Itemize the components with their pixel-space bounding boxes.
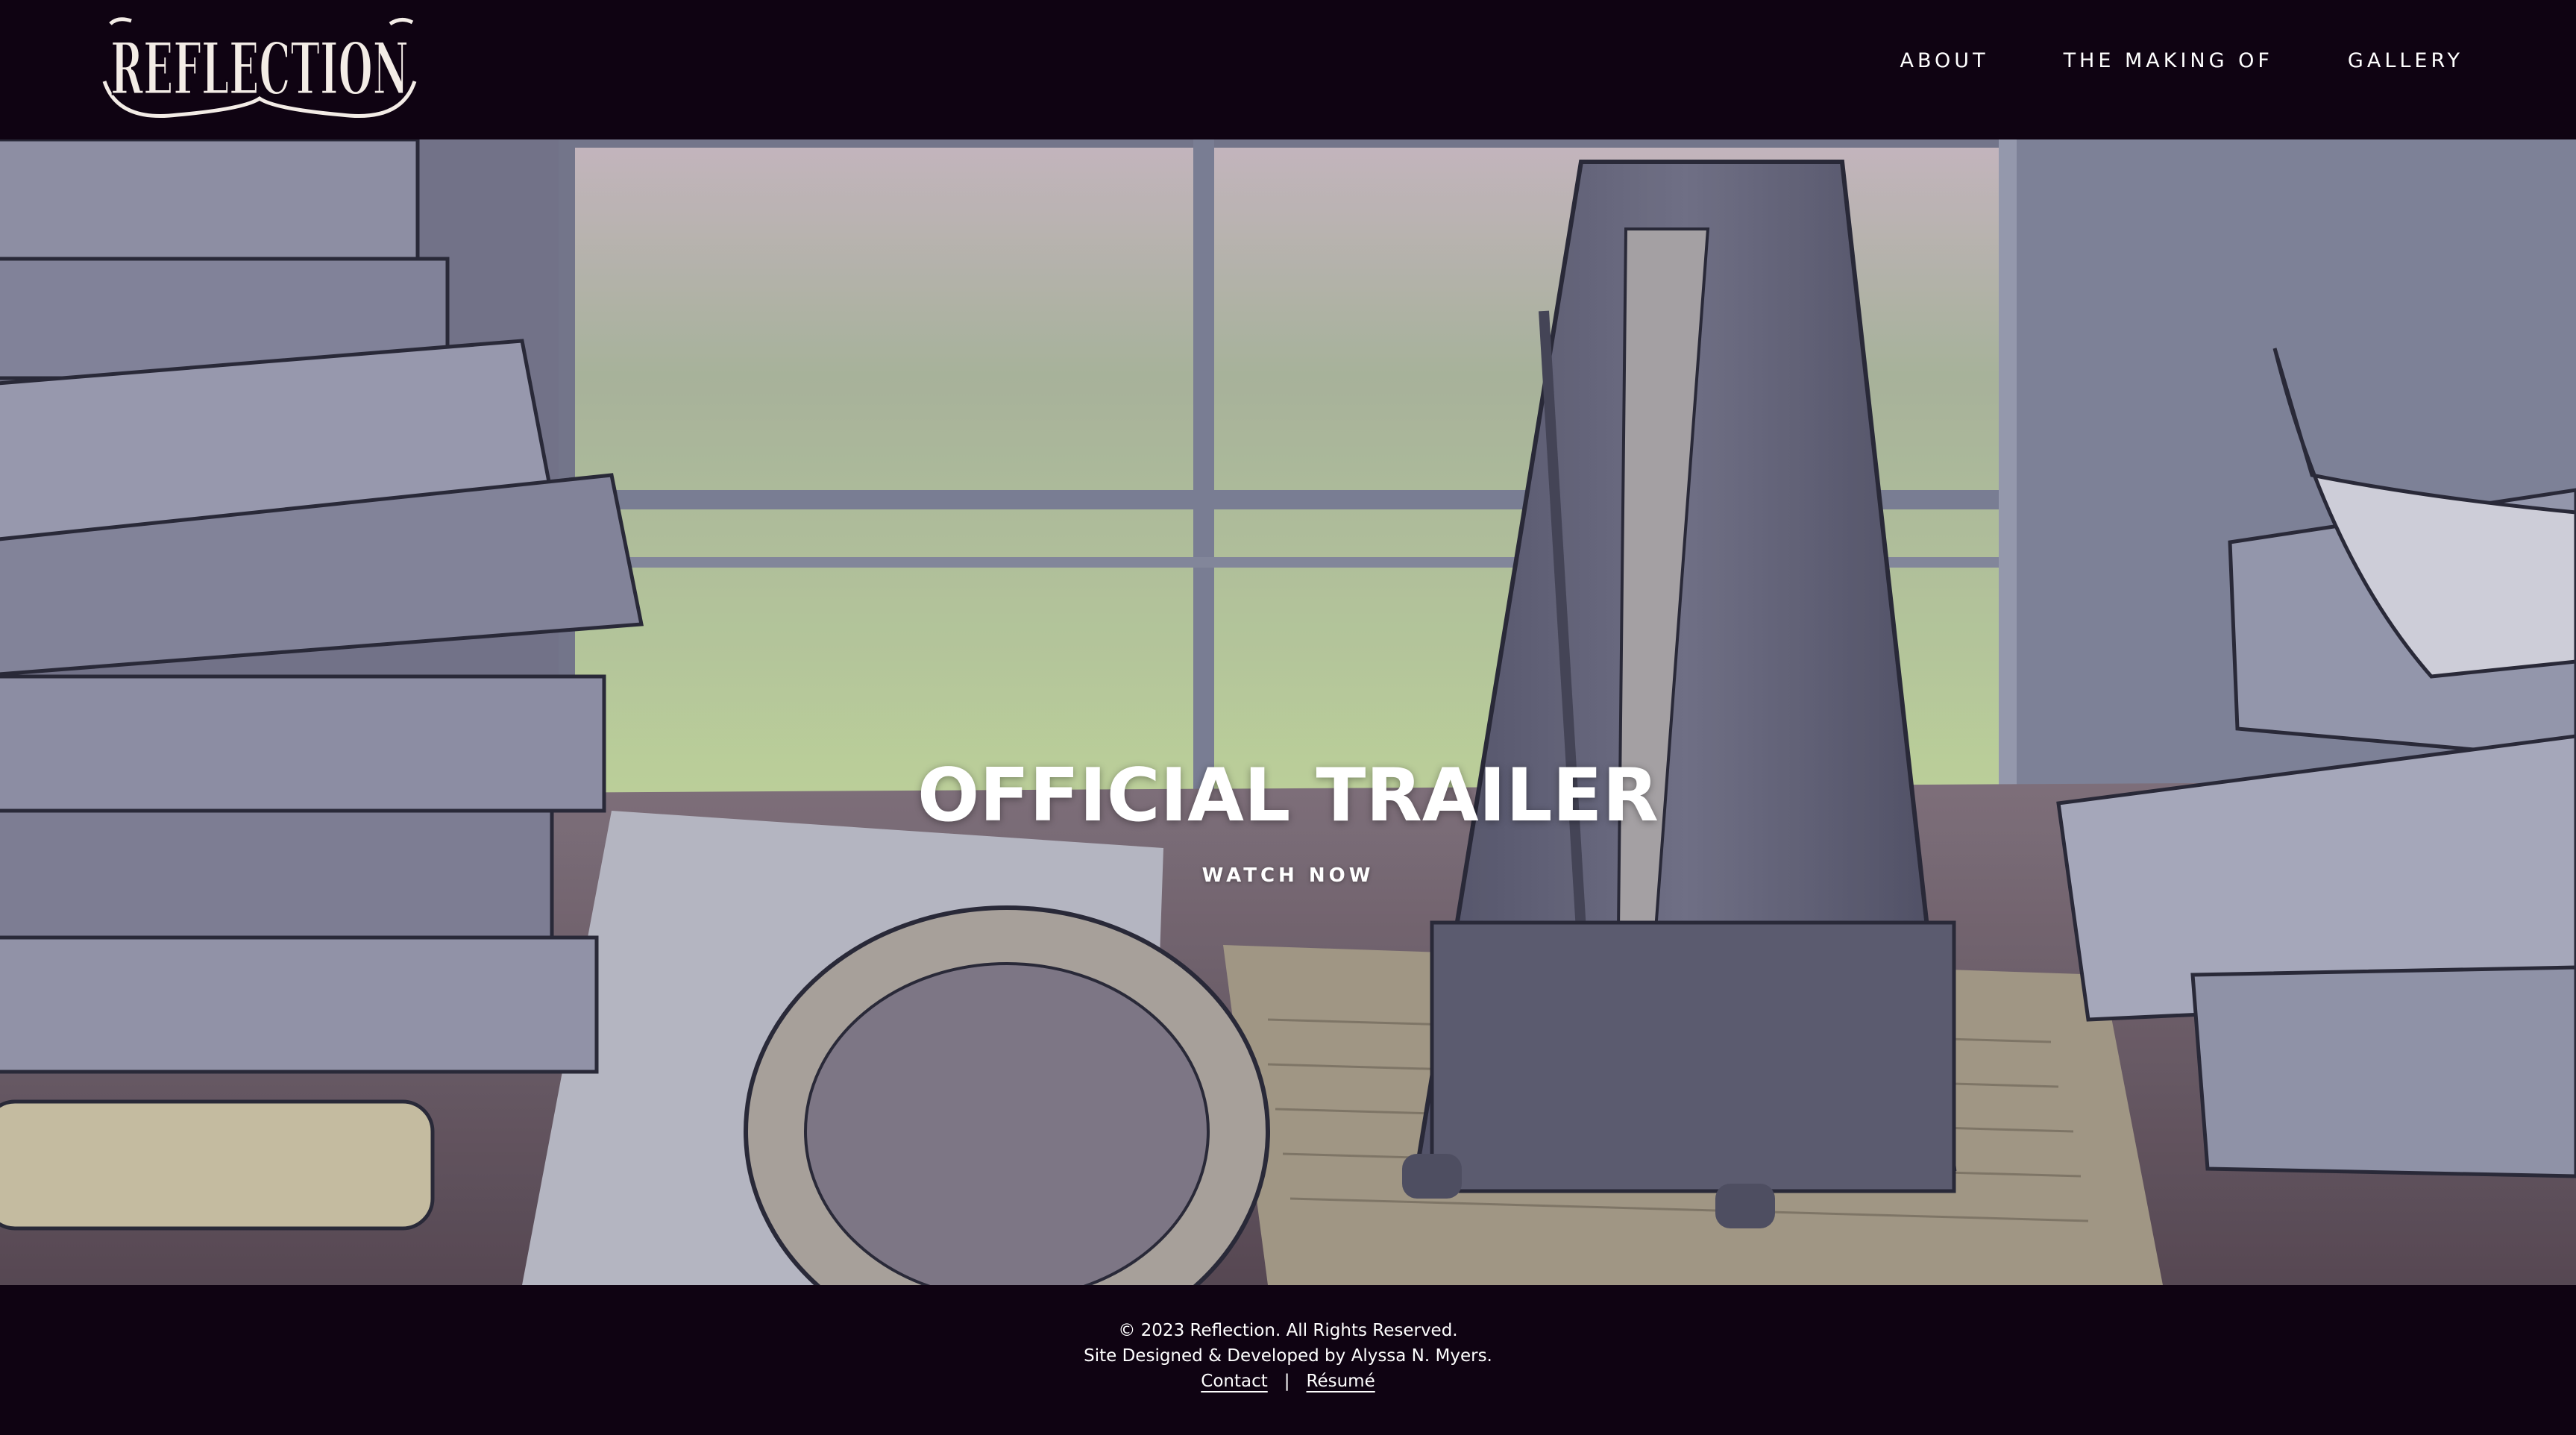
footer-separator: | [1284, 1372, 1290, 1391]
hero-cta-container: WATCH NOW [0, 864, 2576, 887]
main-nav: ABOUT THE MAKING OF GALLERY [1900, 46, 2463, 76]
site-footer: © 2023 Reflection. All Rights Reserved. … [0, 1285, 2576, 1435]
credit-text: Site Designed & Developed by Alyssa N. M… [1084, 1346, 1492, 1366]
hero-section: OFFICIAL TRAILER WATCH NOW [0, 139, 2576, 1285]
nav-the-making-of[interactable]: THE MAKING OF [2064, 46, 2273, 76]
site-header: REFLECTION ABOUT THE MAKING OF GALLERY [0, 0, 2576, 139]
hero-overlay [0, 139, 2576, 1285]
nav-gallery[interactable]: GALLERY [2348, 46, 2463, 76]
hero-title: OFFICIAL TRAILER [917, 753, 1659, 838]
svg-text:REFLECTION: REFLECTION [110, 27, 409, 111]
contact-link[interactable]: Contact [1201, 1372, 1267, 1391]
watch-now-link[interactable]: WATCH NOW [1202, 864, 1375, 887]
reflection-logo-art: REFLECTION [102, 17, 417, 119]
footer-links: Contact | Résumé [0, 1369, 2576, 1394]
nav-about[interactable]: ABOUT [1900, 46, 1989, 76]
resume-link[interactable]: Résumé [1307, 1372, 1375, 1391]
copyright-text: © 2023 Reflection. All Rights Reserved. [1118, 1321, 1458, 1340]
reflection-logo[interactable]: REFLECTION [95, 10, 424, 130]
